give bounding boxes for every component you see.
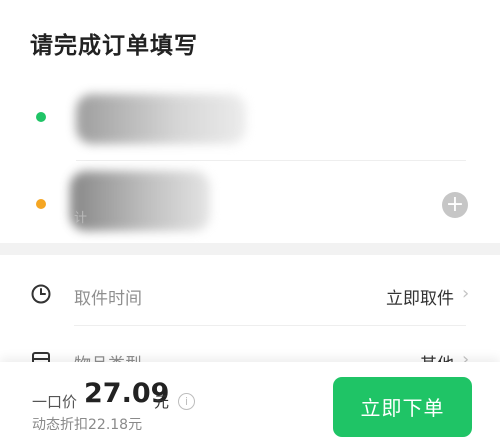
price-unit: 元: [154, 393, 170, 411]
pickup-time-value: 立即取件: [386, 289, 454, 309]
page-title: 请完成订单填写: [30, 33, 198, 59]
sender-address-row[interactable]: [0, 88, 500, 158]
discount-text: 动态折扣22.18元: [32, 417, 143, 433]
info-icon[interactable]: i: [178, 393, 195, 410]
pickup-time-label: 取件时间: [74, 289, 142, 309]
place-order-button[interactable]: 立即下单: [333, 377, 472, 437]
chevron-right-icon: ›: [462, 283, 470, 304]
address-divider: [76, 160, 466, 161]
row-divider: [74, 325, 466, 326]
clock-icon: [31, 284, 51, 304]
sender-dot-icon: [36, 112, 46, 122]
sender-address-redacted: [76, 94, 246, 144]
add-receiver-button[interactable]: +: [442, 192, 468, 218]
price-prefix: 一口价: [32, 393, 78, 411]
receiver-address-row[interactable]: 计: [0, 165, 500, 240]
receiver-dot-icon: [36, 199, 46, 209]
receiver-address-redacted: [70, 171, 210, 231]
receiver-hint: 计: [74, 211, 88, 226]
section-separator: [0, 243, 500, 255]
